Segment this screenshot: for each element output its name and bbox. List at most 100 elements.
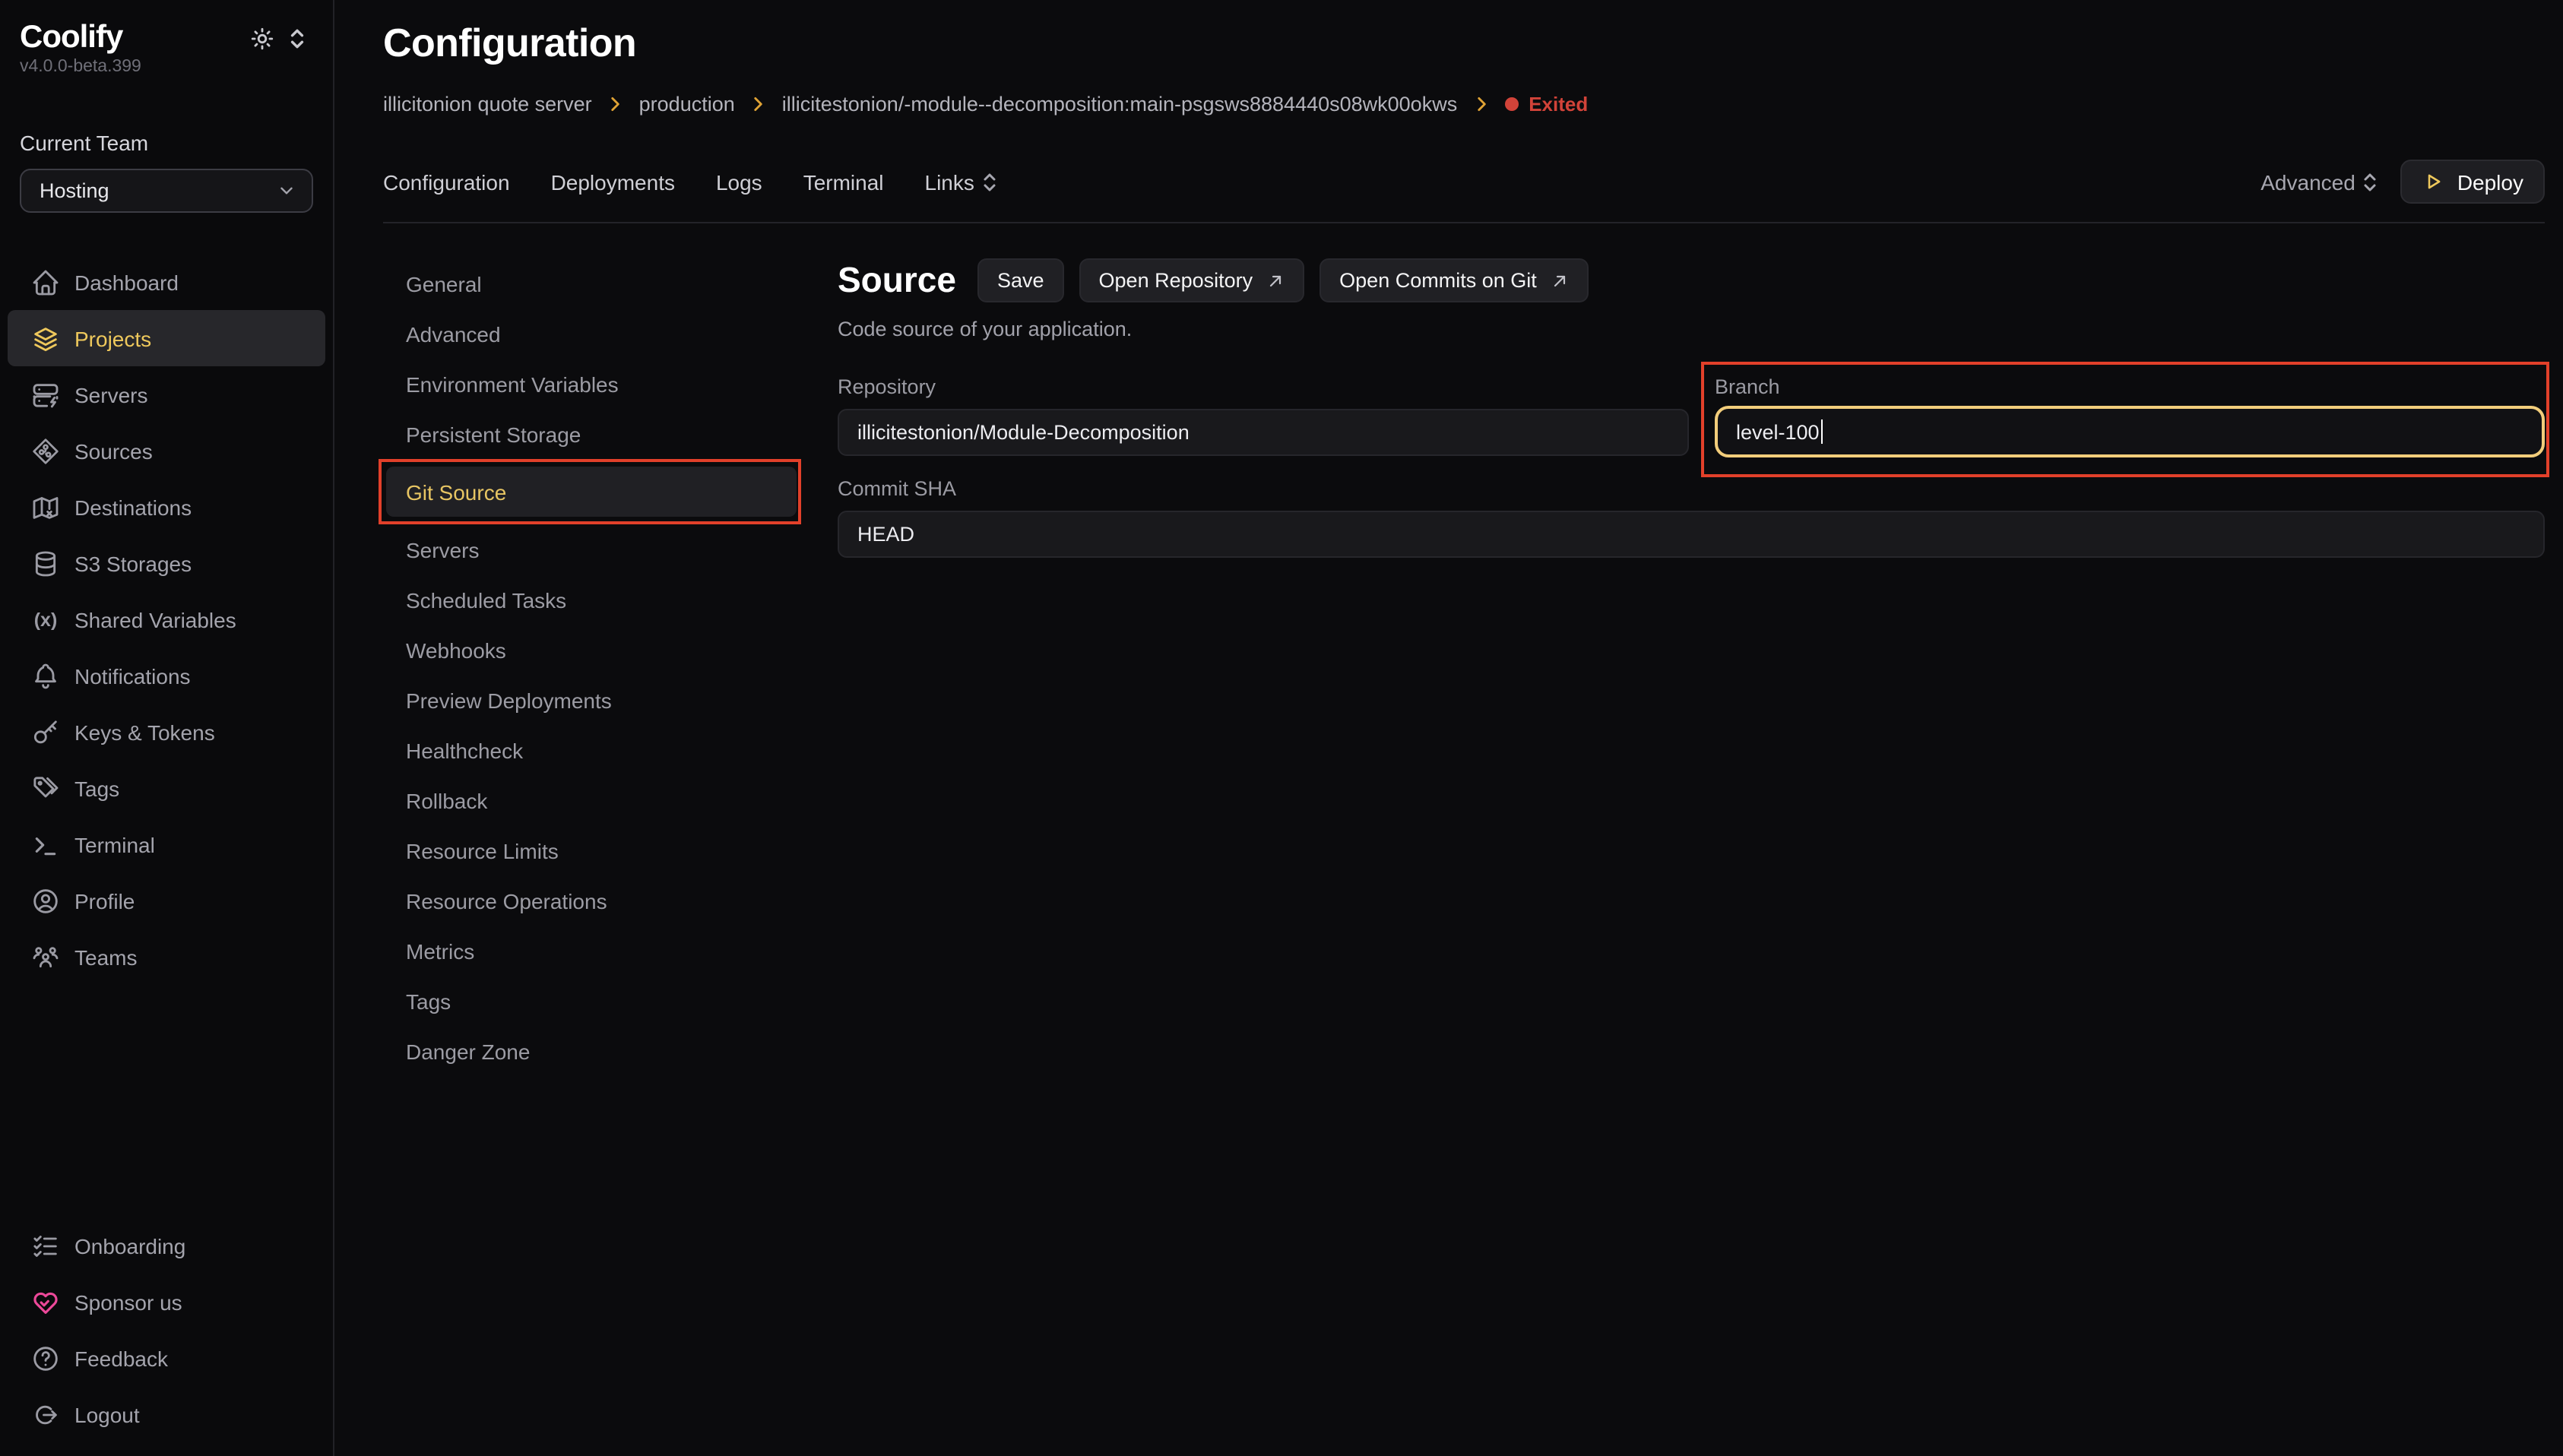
subnav-item-general[interactable]: General (386, 258, 797, 309)
sidebar-item-onboarding[interactable]: Onboarding (8, 1217, 325, 1274)
subnav-item-healthcheck[interactable]: Healthcheck (386, 725, 797, 775)
breadcrumb-application[interactable]: illicitestonion/-module--decomposition:m… (782, 93, 1457, 116)
subnav-item-servers[interactable]: Servers (386, 524, 797, 574)
commit-sha-label: Commit SHA (838, 477, 2545, 500)
chevron-right-icon (749, 94, 768, 114)
help-icon (30, 1343, 61, 1373)
sidebar-item-label: Logout (74, 1402, 140, 1426)
sidebar-item-destinations[interactable]: Destinations (8, 479, 325, 535)
sidebar-item-notifications[interactable]: Notifications (8, 647, 325, 704)
subnav-item-resource-limits[interactable]: Resource Limits (386, 825, 797, 875)
repository-field-group: Repository illicitestonion/Module-Decomp… (838, 375, 1689, 457)
sidebar-item-label: Notifications (74, 663, 191, 688)
tab-logs[interactable]: Logs (716, 169, 762, 194)
subnav-item-resource-operations[interactable]: Resource Operations (386, 875, 797, 926)
subnav-item-persistent-storage[interactable]: Persistent Storage (386, 409, 797, 459)
sidebar-item-label: Feedback (74, 1346, 168, 1370)
page-title: Configuration (383, 20, 2545, 67)
sidebar-item-teams[interactable]: Teams (8, 929, 325, 985)
git-source-icon (30, 435, 61, 466)
subnav-item-scheduled-tasks[interactable]: Scheduled Tasks (386, 574, 797, 625)
theme-selector-chevrons-icon[interactable] (289, 27, 306, 50)
subnav-item-git-source[interactable]: Git Source (386, 467, 797, 517)
open-repository-button[interactable]: Open Repository (1079, 258, 1305, 302)
sidebar-item-label: Tags (74, 776, 119, 800)
advanced-selector[interactable]: Advanced (2260, 169, 2378, 194)
subnav-item-advanced[interactable]: Advanced (386, 309, 797, 359)
heart-icon (30, 1287, 61, 1317)
users-icon (30, 942, 61, 972)
status-dot-icon (1504, 97, 1518, 111)
commit-sha-input[interactable]: HEAD (838, 511, 2545, 558)
divider (383, 222, 2545, 223)
subnav-item-webhooks[interactable]: Webhooks (386, 625, 797, 675)
sidebar-bottom-nav: Onboarding Sponsor us Feedback Logout (0, 1217, 333, 1456)
home-icon (30, 267, 61, 297)
sidebar-item-keys-tokens[interactable]: Keys & Tokens (8, 704, 325, 760)
sidebar-item-dashboard[interactable]: Dashboard (8, 254, 325, 310)
subnav-item-rollback[interactable]: Rollback (386, 775, 797, 825)
save-button[interactable]: Save (977, 258, 1064, 302)
tab-terminal[interactable]: Terminal (803, 169, 884, 194)
branch-label: Branch (1715, 375, 2545, 398)
tab-bar: Configuration Deployments Logs Terminal … (383, 160, 2545, 204)
subnav-item-environment-variables[interactable]: Environment Variables (386, 359, 797, 409)
breadcrumb-environment[interactable]: production (639, 93, 735, 116)
sidebar-item-label: Keys & Tokens (74, 720, 215, 744)
play-icon (2422, 170, 2445, 193)
branch-input[interactable]: level-100 (1715, 406, 2545, 457)
deploy-button[interactable]: Deploy (2401, 160, 2545, 204)
sidebar-item-label: Destinations (74, 495, 192, 519)
server-icon (30, 379, 61, 410)
bell-icon (30, 660, 61, 691)
sidebar-item-logout[interactable]: Logout (8, 1386, 325, 1442)
sidebar-item-label: Dashboard (74, 270, 179, 294)
terminal-icon (30, 829, 61, 859)
sidebar-item-s3-storages[interactable]: S3 Storages (8, 535, 325, 591)
theme-sun-icon[interactable] (249, 26, 275, 52)
sidebar-item-label: Teams (74, 945, 137, 969)
tab-configuration[interactable]: Configuration (383, 169, 510, 194)
status-badge: Exited (1504, 93, 1588, 116)
sidebar-item-tags[interactable]: Tags (8, 760, 325, 816)
current-team-label: Current Team (0, 76, 333, 155)
sidebar-item-shared-variables[interactable]: (x) Shared Variables (8, 591, 325, 647)
sidebar-item-label: Servers (74, 382, 147, 407)
chevron-down-icon (277, 181, 296, 201)
key-icon (30, 717, 61, 747)
sidebar-item-projects[interactable]: Projects (8, 310, 325, 366)
sidebar-item-sponsor[interactable]: Sponsor us (8, 1274, 325, 1330)
variables-icon: (x) (30, 604, 61, 635)
external-link-icon (1266, 271, 1285, 290)
logout-icon (30, 1399, 61, 1429)
sidebar-item-servers[interactable]: Servers (8, 366, 325, 423)
breadcrumb-project[interactable]: illicitonion quote server (383, 93, 592, 116)
subnav-item-metrics[interactable]: Metrics (386, 926, 797, 976)
tab-links[interactable]: Links (925, 169, 997, 194)
checklist-icon (30, 1230, 61, 1261)
subnav-item-danger-zone[interactable]: Danger Zone (386, 1026, 797, 1076)
source-section: Source Save Open Repository Open Commits… (838, 258, 2545, 1456)
subnav-item-preview-deployments[interactable]: Preview Deployments (386, 675, 797, 725)
chevron-right-icon (606, 94, 626, 114)
sidebar-item-label: Sources (74, 438, 153, 463)
logo-row: Coolify (0, 20, 333, 55)
open-commits-button[interactable]: Open Commits on Git (1320, 258, 1589, 302)
sidebar-item-profile[interactable]: Profile (8, 872, 325, 929)
chevron-right-icon (1471, 94, 1491, 114)
tab-deployments[interactable]: Deployments (551, 169, 675, 194)
sidebar-item-terminal[interactable]: Terminal (8, 816, 325, 872)
section-description: Code source of your application. (838, 318, 2545, 340)
coolify-app: Coolify v4.0.0-beta.399 Current Team Hos… (0, 0, 2563, 1456)
sidebar-item-label: Profile (74, 888, 135, 913)
commit-sha-field-group: Commit SHA HEAD (838, 477, 2545, 558)
sidebar-item-label: Terminal (74, 832, 155, 856)
branch-field-group: Branch level-100 (1715, 375, 2545, 457)
sidebar-item-feedback[interactable]: Feedback (8, 1330, 325, 1386)
team-select[interactable]: Hosting (20, 169, 313, 213)
repository-input[interactable]: illicitestonion/Module-Decomposition (838, 409, 1689, 456)
tag-icon (30, 773, 61, 803)
sidebar: Coolify v4.0.0-beta.399 Current Team Hos… (0, 0, 334, 1456)
subnav-item-tags[interactable]: Tags (386, 976, 797, 1026)
sidebar-item-sources[interactable]: Sources (8, 423, 325, 479)
